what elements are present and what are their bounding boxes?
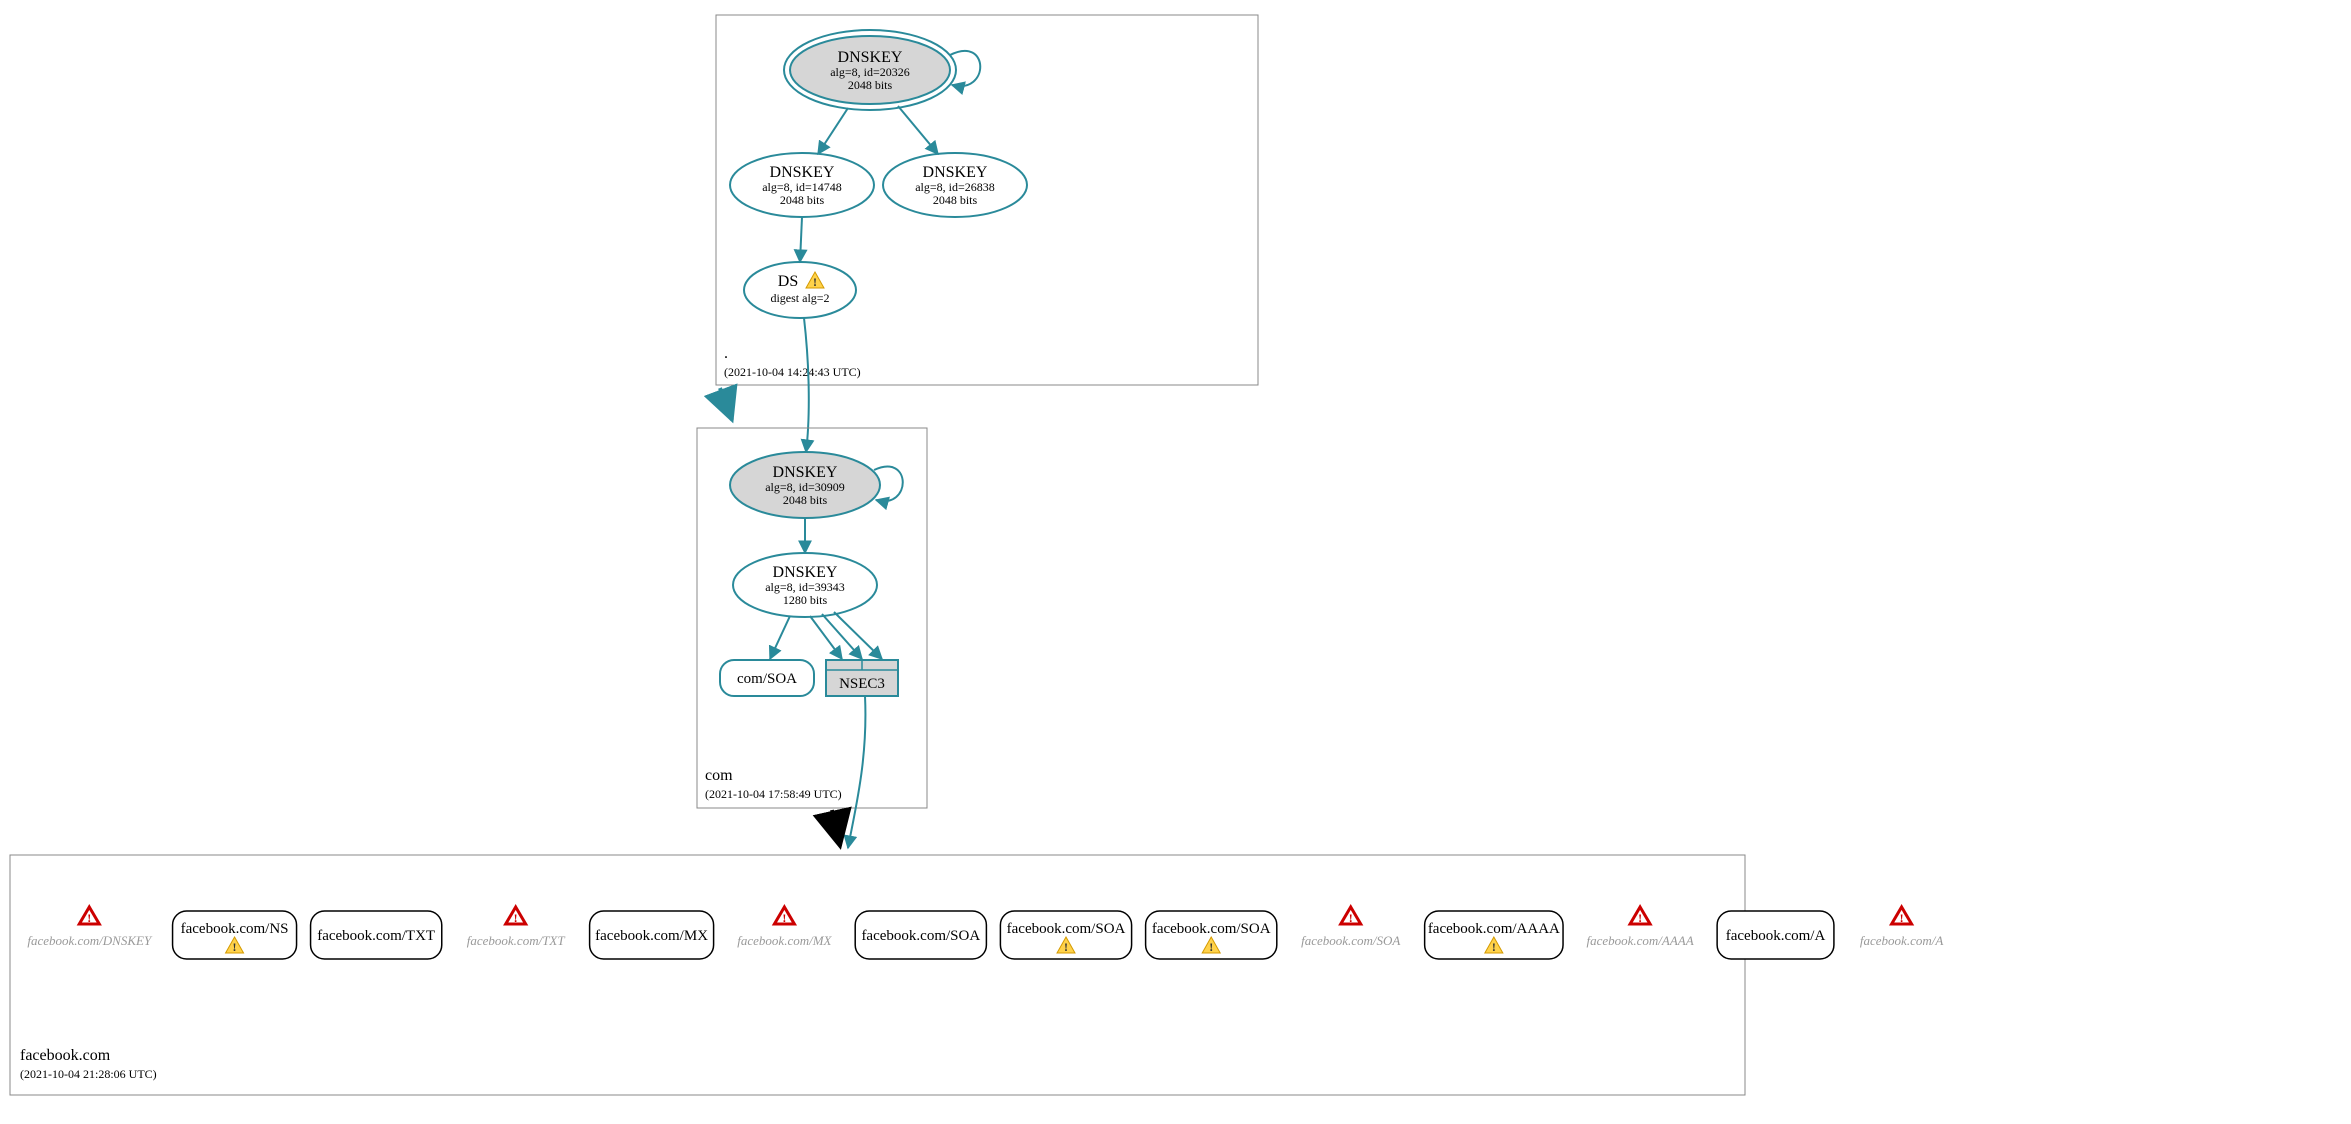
svg-text:!: !: [782, 911, 786, 925]
svg-text:1280 bits: 1280 bits: [783, 593, 828, 607]
svg-text:digest alg=2: digest alg=2: [770, 291, 829, 305]
root-zsk1-node: DNSKEY alg=8, id=14748 2048 bits: [730, 153, 874, 217]
svg-text:DNSKEY: DNSKEY: [770, 164, 835, 181]
fb-record-label: facebook.com/AAAA: [1586, 933, 1693, 948]
svg-text:DNSKEY: DNSKEY: [923, 164, 988, 181]
zone-fb: facebook.com (2021-10-04 21:28:06 UTC) !…: [10, 855, 1943, 1095]
fb-error-record: ! facebook.com/A: [1860, 907, 1943, 948]
error-icon: !: [1892, 907, 1912, 925]
svg-text:alg=8, id=30909: alg=8, id=30909: [765, 480, 845, 494]
svg-text:!: !: [1209, 940, 1213, 954]
fb-record-label: facebook.com/MX: [737, 933, 832, 948]
svg-text:!: !: [87, 911, 91, 925]
svg-text:!: !: [233, 940, 237, 954]
fb-error-record: ! facebook.com/MX: [737, 907, 832, 948]
fb-error-record: ! facebook.com/SOA: [1301, 907, 1400, 948]
fb-record-warn: facebook.com/NS!: [173, 911, 297, 959]
com-soa-node: com/SOA: [720, 660, 814, 696]
fb-record: facebook.com/TXT: [311, 911, 442, 959]
com-nsec3-node: NSEC3: [826, 660, 898, 696]
svg-text:!: !: [813, 275, 817, 289]
fb-record-label: facebook.com/DNSKEY: [27, 933, 153, 948]
zone-root: . (2021-10-04 14:24:43 UTC) DNSKEY alg=8…: [716, 15, 1258, 385]
delegation-root-com: [720, 388, 732, 420]
root-ksk-selfloop: [950, 51, 980, 86]
svg-text:!: !: [1064, 940, 1068, 954]
svg-text:!: !: [1492, 940, 1496, 954]
svg-text:alg=8, id=26838: alg=8, id=26838: [915, 180, 995, 194]
svg-text:!: !: [514, 911, 518, 925]
zone-com-timestamp: (2021-10-04 17:58:49 UTC): [705, 787, 842, 801]
fb-record-label: facebook.com/A: [1726, 928, 1826, 944]
fb-record-label: facebook.com/SOA: [1301, 933, 1400, 948]
svg-text:NSEC3: NSEC3: [839, 676, 885, 692]
fb-record-label: facebook.com/SOA: [1007, 921, 1126, 937]
svg-text:DNSKEY: DNSKEY: [838, 49, 903, 66]
fb-record-label: facebook.com/TXT: [467, 933, 566, 948]
com-zsk-node: DNSKEY alg=8, id=39343 1280 bits: [733, 553, 877, 617]
zone-root-timestamp: (2021-10-04 14:24:43 UTC): [724, 365, 861, 379]
fb-error-record: ! facebook.com/TXT: [467, 907, 566, 948]
dnssec-diagram: . (2021-10-04 14:24:43 UTC) DNSKEY alg=8…: [0, 0, 2351, 1124]
svg-text:!: !: [1349, 911, 1353, 925]
svg-text:DNSKEY: DNSKEY: [773, 464, 838, 481]
svg-text:2048 bits: 2048 bits: [780, 193, 825, 207]
zone-com: com (2021-10-04 17:58:49 UTC) DNSKEY alg…: [697, 428, 927, 808]
fb-record-warn: facebook.com/AAAA!: [1425, 911, 1563, 959]
svg-text:alg=8, id=14748: alg=8, id=14748: [762, 180, 842, 194]
svg-text:2048 bits: 2048 bits: [848, 78, 893, 92]
fb-record-label: facebook.com/A: [1860, 933, 1943, 948]
fb-record: facebook.com/MX: [590, 911, 714, 959]
svg-text:alg=8, id=39343: alg=8, id=39343: [765, 580, 845, 594]
fb-error-record: ! facebook.com/AAAA: [1586, 907, 1693, 948]
fb-record-label: facebook.com/SOA: [861, 928, 980, 944]
fb-record-label: facebook.com/TXT: [317, 928, 435, 944]
error-icon: !: [1341, 907, 1361, 925]
fb-record-label: facebook.com/MX: [595, 928, 708, 944]
zone-root-label: .: [724, 345, 728, 362]
svg-text:alg=8, id=20326: alg=8, id=20326: [830, 65, 910, 79]
fb-record-label: facebook.com/AAAA: [1428, 921, 1560, 937]
error-icon: !: [79, 907, 99, 925]
svg-text:2048 bits: 2048 bits: [933, 193, 978, 207]
svg-text:!: !: [1638, 911, 1642, 925]
fb-record: facebook.com/SOA: [855, 911, 986, 959]
com-ksk-node: DNSKEY alg=8, id=30909 2048 bits: [730, 452, 880, 518]
error-icon: !: [1630, 907, 1650, 925]
error-icon: !: [506, 907, 526, 925]
svg-text:2048 bits: 2048 bits: [783, 493, 828, 507]
svg-text:DS: DS: [778, 273, 798, 290]
fb-record-warn: facebook.com/SOA!: [1000, 911, 1131, 959]
delegation-com-fb: [832, 810, 840, 846]
root-ds-node: DS digest alg=2 !: [744, 262, 856, 318]
svg-text:com/SOA: com/SOA: [737, 671, 797, 687]
fb-record: facebook.com/A: [1717, 911, 1834, 959]
zone-com-label: com: [705, 767, 733, 784]
root-ksk-node: DNSKEY alg=8, id=20326 2048 bits: [784, 30, 956, 110]
zone-fb-timestamp: (2021-10-04 21:28:06 UTC): [20, 1067, 157, 1081]
zone-fb-label: facebook.com: [20, 1047, 111, 1064]
fb-record-label: facebook.com/SOA: [1152, 921, 1271, 937]
svg-text:DNSKEY: DNSKEY: [773, 564, 838, 581]
svg-text:!: !: [1900, 911, 1904, 925]
fb-record-label: facebook.com/NS: [181, 921, 289, 937]
root-zsk2-node: DNSKEY alg=8, id=26838 2048 bits: [883, 153, 1027, 217]
fb-error-record: ! facebook.com/DNSKEY: [27, 907, 153, 948]
error-icon: !: [774, 907, 794, 925]
fb-record-warn: facebook.com/SOA!: [1146, 911, 1277, 959]
